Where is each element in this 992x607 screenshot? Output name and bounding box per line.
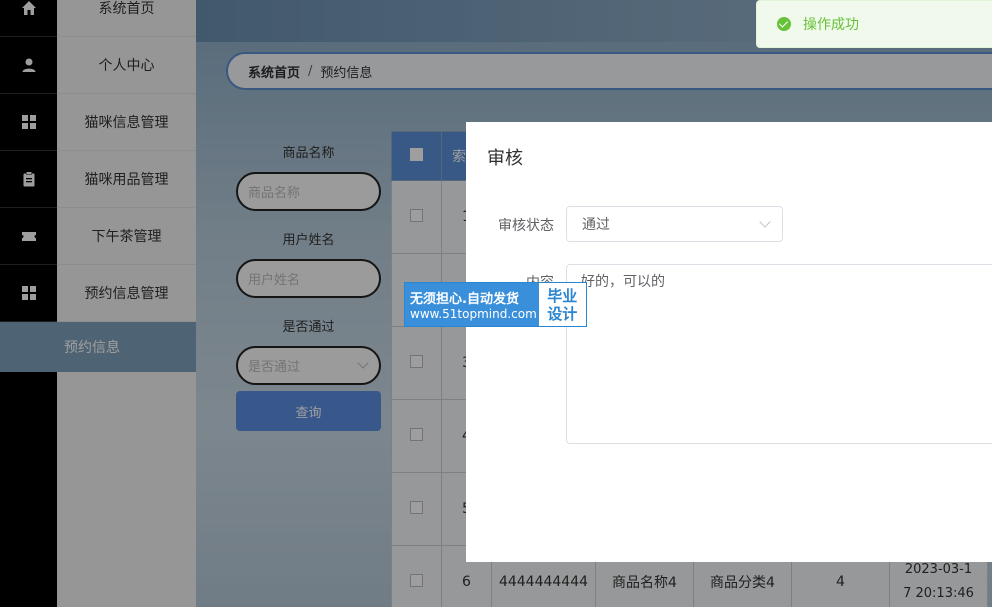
watermark: 无须担心.自动发货 www.51topmind.com 毕业 设计 bbox=[404, 282, 587, 327]
content-textarea[interactable]: 好的，可以的 bbox=[566, 264, 992, 444]
watermark-side1: 毕业 bbox=[547, 286, 578, 305]
watermark-side2: 设计 bbox=[547, 304, 578, 323]
success-toast: 操作成功 bbox=[756, 0, 992, 48]
watermark-text: 无须担心.自动发货 www.51topmind.com bbox=[405, 283, 539, 326]
watermark-line1: 无须担心.自动发货 bbox=[410, 292, 519, 307]
status-label: 审核状态 bbox=[498, 218, 554, 234]
watermark-badge: 毕业 设计 bbox=[538, 283, 586, 326]
status-value: 通过 bbox=[582, 217, 610, 233]
review-dialog: 审核 审核状态 通过 内容 好的，可以的 bbox=[466, 122, 992, 562]
toast-message: 操作成功 bbox=[803, 17, 859, 33]
chevron-down-icon bbox=[759, 216, 771, 228]
check-circle-icon bbox=[777, 17, 791, 31]
status-select[interactable]: 通过 bbox=[566, 206, 783, 242]
dialog-title: 审核 bbox=[487, 148, 523, 169]
watermark-line2: www.51topmind.com bbox=[410, 307, 537, 321]
